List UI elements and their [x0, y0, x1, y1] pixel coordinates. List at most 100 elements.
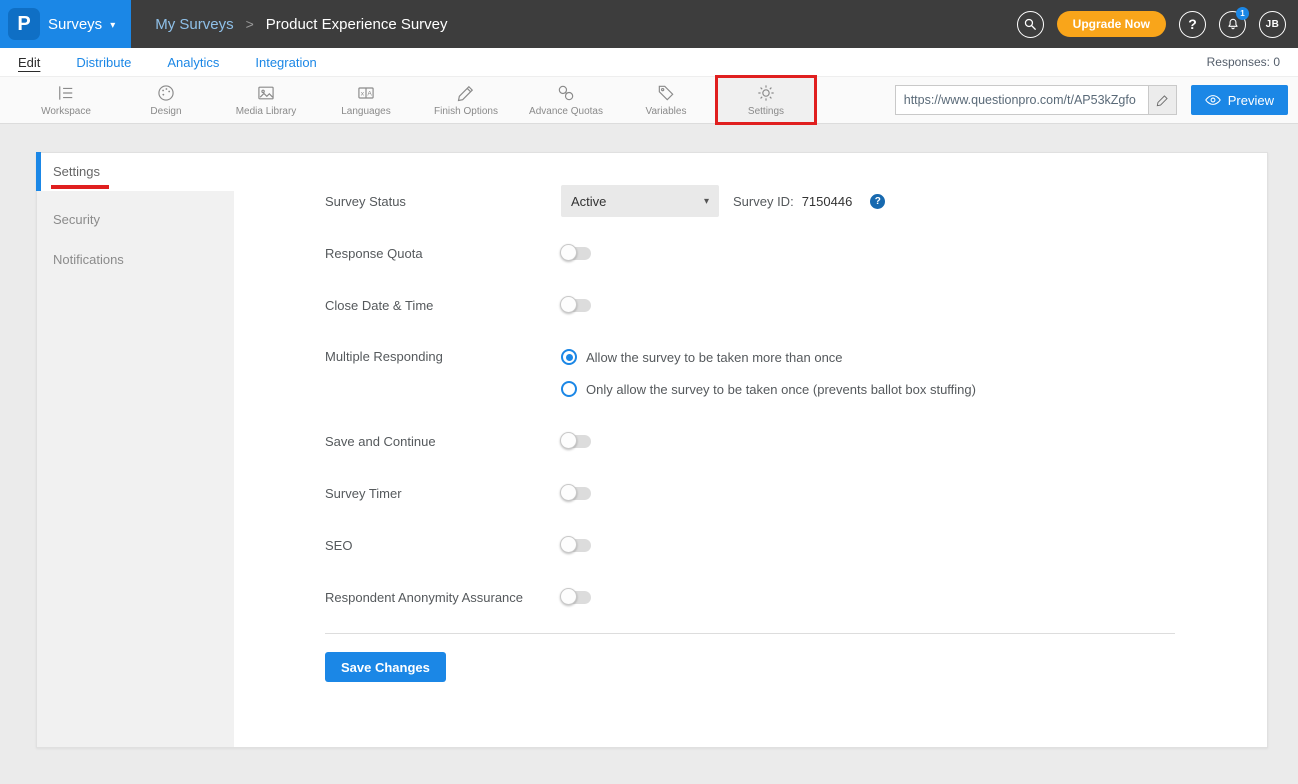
toolbar-item-advance-quotas[interactable]: Advance Quotas [516, 76, 616, 124]
svg-text:x: x [361, 91, 365, 98]
toolbar-item-workspace[interactable]: Workspace [16, 76, 116, 124]
respondent-anonymity-label: Respondent Anonymity Assurance [325, 590, 561, 605]
survey-url-box [895, 85, 1177, 115]
save-changes-button[interactable]: Save Changes [325, 652, 446, 682]
survey-status-row: Survey Status Active ▾ Survey ID: 715044… [325, 185, 1267, 217]
close-date-time-row: Close Date & Time [325, 289, 1267, 321]
tab-integration[interactable]: Integration [255, 55, 316, 70]
advance-quotas-links-icon [556, 83, 576, 103]
survey-timer-toggle[interactable] [561, 487, 591, 500]
preview-button[interactable]: Preview [1191, 85, 1288, 115]
sidebar-item-settings[interactable]: Settings [53, 164, 100, 179]
toggle-knob [560, 296, 577, 313]
edit-url-button[interactable] [1148, 86, 1176, 114]
close-date-time-label: Close Date & Time [325, 298, 561, 313]
survey-title: Product Experience Survey [266, 16, 448, 33]
bell-icon [1226, 17, 1240, 31]
radio-button-selected-icon [561, 349, 577, 365]
multiple-responding-label: Multiple Responding [325, 341, 561, 373]
seo-toggle[interactable] [561, 539, 591, 552]
survey-status-value: Active [571, 194, 606, 209]
pencil-icon [1156, 94, 1169, 107]
chevron-down-icon: ▾ [704, 196, 709, 207]
chevron-down-icon: ▾ [110, 20, 115, 31]
toggle-knob [560, 484, 577, 501]
respondent-anonymity-toggle[interactable] [561, 591, 591, 604]
search-icon [1023, 17, 1037, 31]
notifications-button[interactable]: 1 [1219, 11, 1246, 38]
product-switcher[interactable]: P Surveys ▾ [0, 0, 131, 48]
toolbar-item-languages[interactable]: xA Languages [316, 76, 416, 124]
upgrade-now-button[interactable]: Upgrade Now [1057, 11, 1166, 37]
finish-options-pencil-icon [456, 83, 476, 103]
save-and-continue-row: Save and Continue [325, 425, 1267, 457]
multiple-responding-row: Multiple Responding Allow the survey to … [325, 341, 1267, 405]
response-quota-label: Response Quota [325, 246, 561, 261]
breadcrumb-separator-icon: > [246, 16, 254, 32]
question-mark-icon: ? [1188, 16, 1197, 32]
responses-count: Responses: 0 [1207, 55, 1280, 69]
edit-toolbar: Workspace Design Media Library xA Langua… [0, 76, 1298, 124]
respondent-anonymity-row: Respondent Anonymity Assurance [325, 581, 1267, 613]
toggle-knob [560, 588, 577, 605]
survey-status-label: Survey Status [325, 194, 561, 209]
settings-gear-icon [756, 83, 776, 103]
toolbar-item-settings[interactable]: Settings [716, 76, 816, 124]
design-palette-icon [156, 83, 176, 103]
tab-distribute[interactable]: Distribute [76, 55, 131, 70]
survey-url-input[interactable] [896, 86, 1148, 114]
search-button[interactable] [1017, 11, 1044, 38]
breadcrumb-my-surveys[interactable]: My Surveys [155, 16, 233, 33]
survey-status-select[interactable]: Active ▾ [561, 185, 719, 217]
toolbar-item-finish-options[interactable]: Finish Options [416, 76, 516, 124]
content-area: Settings Security Notifications Survey S… [0, 124, 1298, 784]
toolbar-right-actions: Preview [895, 85, 1298, 115]
toggle-knob [560, 432, 577, 449]
save-and-continue-toggle[interactable] [561, 435, 591, 448]
seo-label: SEO [325, 538, 561, 553]
survey-id-value: 7150446 [802, 194, 853, 209]
product-switcher-label: Surveys [48, 16, 102, 33]
workspace-icon [56, 83, 76, 103]
survey-timer-label: Survey Timer [325, 486, 561, 501]
response-quota-toggle[interactable] [561, 247, 591, 260]
breadcrumb: My Surveys > Product Experience Survey [155, 16, 447, 33]
annotation-settings-underline [51, 185, 109, 189]
response-quota-row: Response Quota [325, 237, 1267, 269]
avatar[interactable]: JB [1259, 11, 1286, 38]
radio-button-icon [561, 381, 577, 397]
toolbar-item-variables[interactable]: Variables [616, 76, 716, 124]
radio-allow-multiple[interactable]: Allow the survey to be taken more than o… [561, 341, 976, 373]
radio-allow-once[interactable]: Only allow the survey to be taken once (… [561, 373, 976, 405]
notification-badge: 1 [1236, 7, 1249, 20]
variables-tag-icon [656, 83, 676, 103]
help-button[interactable]: ? [1179, 11, 1206, 38]
tab-analytics[interactable]: Analytics [167, 55, 219, 70]
settings-form: Survey Status Active ▾ Survey ID: 715044… [325, 153, 1267, 682]
media-library-icon [256, 83, 276, 103]
toggle-knob [560, 536, 577, 553]
close-date-time-toggle[interactable] [561, 299, 591, 312]
toolbar-item-design[interactable]: Design [116, 76, 216, 124]
top-navigation-bar: P Surveys ▾ My Surveys > Product Experie… [0, 0, 1298, 48]
main-tabs: Edit Distribute Analytics Integration Re… [0, 48, 1298, 76]
toggle-knob [560, 244, 577, 261]
multiple-responding-options: Allow the survey to be taken more than o… [561, 341, 976, 405]
questionpro-settings-page: P Surveys ▾ My Surveys > Product Experie… [0, 0, 1298, 784]
eye-icon [1205, 94, 1221, 106]
save-and-continue-label: Save and Continue [325, 434, 561, 449]
settings-card: Settings Security Notifications Survey S… [36, 152, 1268, 748]
survey-id-help-icon[interactable]: ? [870, 194, 885, 209]
settings-sidebar: Security Notifications [37, 191, 234, 747]
form-divider [325, 633, 1175, 634]
sidebar-item-security[interactable]: Security [37, 199, 234, 239]
survey-id-label: Survey ID: [733, 194, 794, 209]
tab-edit[interactable]: Edit [18, 55, 40, 70]
survey-timer-row: Survey Timer [325, 477, 1267, 509]
questionpro-logo[interactable]: P [8, 8, 40, 40]
seo-row: SEO [325, 529, 1267, 561]
sidebar-item-notifications[interactable]: Notifications [37, 239, 234, 279]
topbar-actions: Upgrade Now ? 1 JB [1017, 11, 1298, 38]
active-section-accent [36, 152, 41, 191]
toolbar-item-media-library[interactable]: Media Library [216, 76, 316, 124]
